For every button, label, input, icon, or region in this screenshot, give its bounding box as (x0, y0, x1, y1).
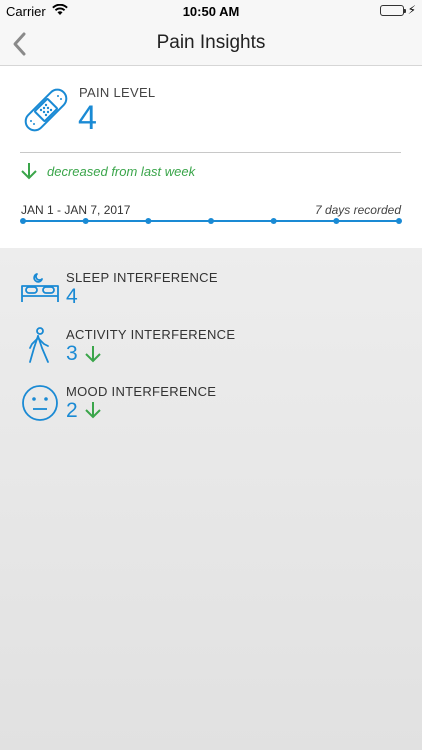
walking-person-icon (29, 327, 49, 363)
divider (20, 152, 401, 153)
arrow-down-icon (21, 163, 37, 180)
timeline-day-dot (208, 218, 214, 224)
status-bar: Carrier 10:50 AM ⚡ (0, 0, 422, 22)
timeline-day-dot (20, 218, 26, 224)
clock: 10:50 AM (182, 4, 240, 19)
timeline-day-dot (333, 218, 340, 224)
recorded-days-timeline (20, 218, 402, 224)
timeline-day-dot (270, 218, 277, 224)
bed-icon (21, 273, 59, 302)
page-title: Pain Insights (156, 32, 266, 53)
pain-trend-text: decreased from last week (47, 164, 196, 179)
arrow-down-icon (85, 346, 101, 363)
activity-interference-label: ACTIVITY INTERFERENCE (66, 327, 236, 342)
timeline-day-dot (82, 218, 89, 224)
sleep-interference-label: SLEEP INTERFERENCE (66, 270, 218, 285)
interference-section (0, 248, 422, 750)
pain-level-value: 4 (78, 99, 97, 137)
timeline-day-dot (396, 218, 402, 224)
neutral-face-icon (22, 385, 58, 421)
arrow-down-icon (85, 402, 101, 419)
pain-level-label: PAIN LEVEL (79, 85, 156, 100)
battery-icon (380, 5, 406, 16)
mood-interference-value: 2 (66, 399, 78, 422)
mood-interference-label: MOOD INTERFERENCE (66, 384, 217, 399)
sleep-interference-value: 4 (66, 285, 78, 308)
activity-interference-value: 3 (66, 342, 78, 365)
bandage-icon (24, 88, 68, 132)
timeline-day-dot (145, 218, 152, 224)
navigation-bar: Pain Insights (0, 22, 422, 66)
charging-icon: ⚡ (407, 3, 416, 17)
